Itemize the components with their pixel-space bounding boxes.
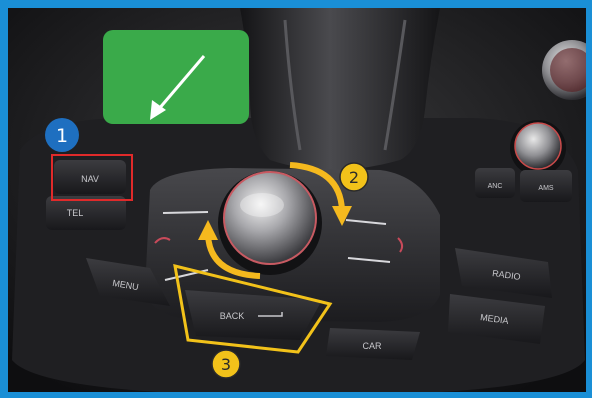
- center-console-photo: NAV TEL ANC AMS MENU BACK CAR RADIO MEDI…: [0, 0, 592, 398]
- frame-border-top: [0, 0, 592, 8]
- anc-button-label: ANC: [488, 183, 503, 190]
- volume-knob[interactable]: [514, 122, 562, 170]
- frame-border-left: [0, 0, 8, 398]
- car-button-label: CAR: [362, 341, 382, 351]
- tel-button-label: TEL: [67, 208, 84, 218]
- green-tile: [103, 30, 249, 124]
- frame-border-right: [586, 0, 592, 398]
- step-3-number: 3: [221, 355, 231, 374]
- mmi-knob-highlight: [240, 193, 284, 217]
- nav-button-label: NAV: [81, 174, 99, 184]
- console-illustration: NAV TEL ANC AMS MENU BACK CAR RADIO MEDI…: [0, 0, 592, 398]
- ams-button-label: AMS: [538, 185, 554, 192]
- step-3-badge: 3: [211, 349, 241, 379]
- step-2-number: 2: [349, 168, 359, 187]
- step-1-badge: 1: [45, 118, 79, 152]
- tel-button[interactable]: [46, 196, 126, 230]
- mmi-knob[interactable]: [223, 171, 317, 265]
- back-button-label: BACK: [220, 311, 245, 321]
- step-2-badge: 2: [339, 162, 369, 192]
- step-1-number: 1: [56, 125, 68, 147]
- gear-shift-boot: [240, 8, 440, 170]
- pad-line-upper-left: [162, 211, 209, 214]
- frame-border-bottom: [0, 392, 592, 398]
